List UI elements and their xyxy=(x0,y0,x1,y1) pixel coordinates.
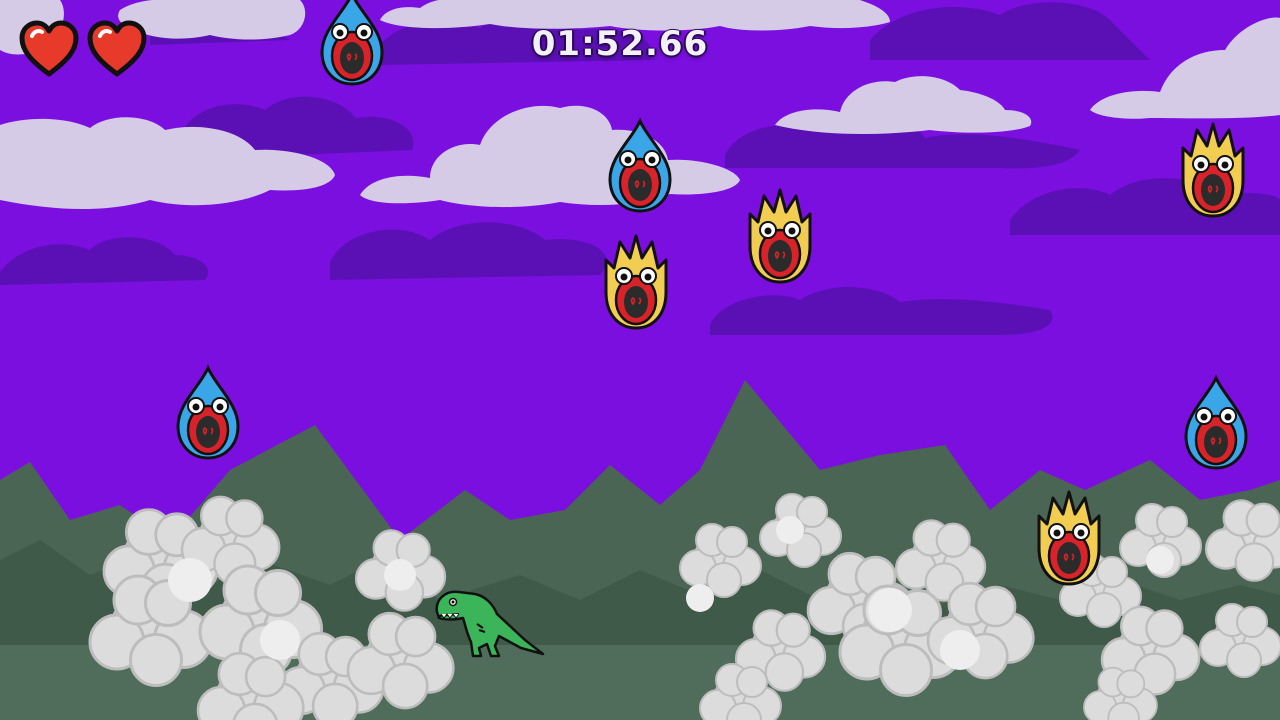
game-scene xyxy=(0,0,1280,720)
game-viewport[interactable]: 01:52.66 xyxy=(0,0,1280,720)
timer-display: 01:52.66 xyxy=(531,24,709,64)
